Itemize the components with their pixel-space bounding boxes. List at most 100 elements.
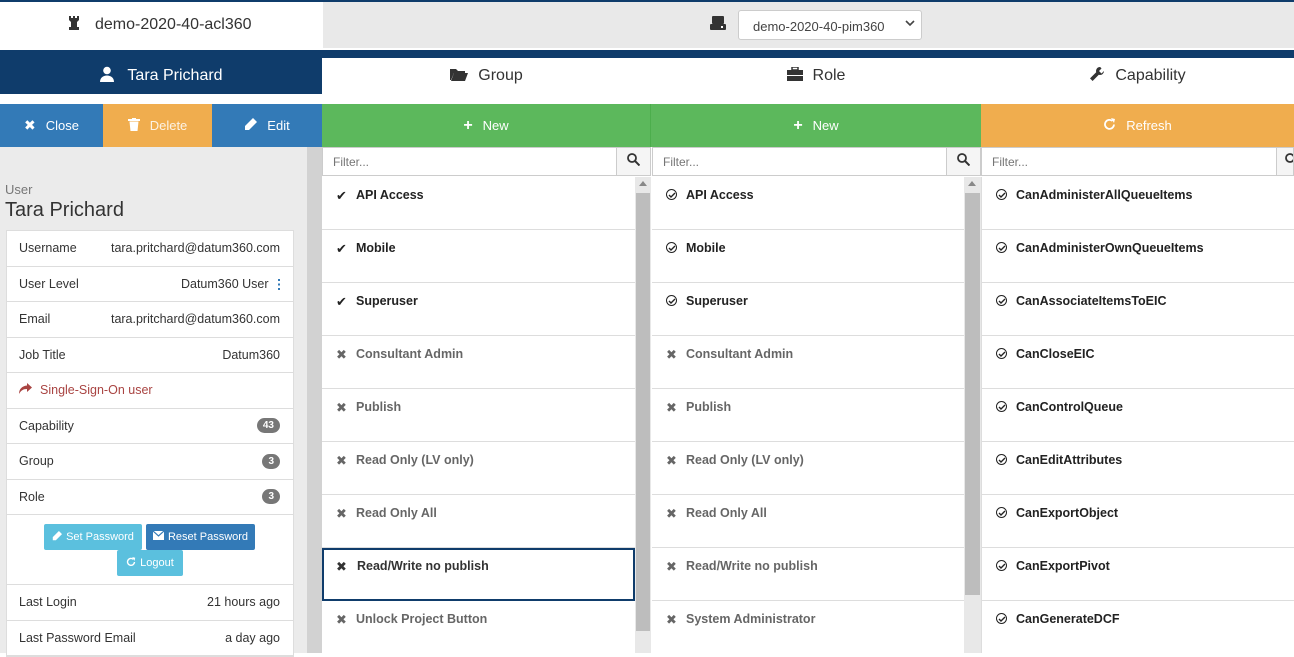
capability-filter-input[interactable] [982, 148, 1276, 175]
capability-search-button[interactable] [1276, 147, 1294, 176]
role-list-scroll-thumb[interactable] [965, 193, 980, 595]
group-list-scroll-thumb[interactable] [636, 193, 650, 631]
refresh-button[interactable]: Refresh [981, 104, 1294, 147]
app-name: demo-2020-40-acl360 [95, 16, 252, 33]
group-list-scrollbar[interactable] [635, 177, 651, 653]
edit-button[interactable]: Edit [212, 104, 322, 147]
role-item-publish[interactable]: ✖ Publish [652, 389, 964, 442]
capability-item-label: CanAdministerAllQueueItems [1016, 188, 1193, 202]
role-item-mobile[interactable]: Mobile [652, 230, 964, 283]
group-item-consultant-admin[interactable]: ✖ Consultant Admin [322, 336, 635, 389]
check-circle-icon [996, 559, 1007, 574]
group-item-superuser[interactable]: ✔ Superuser [322, 283, 635, 336]
trash-icon [127, 117, 140, 134]
user-panel-scrollbar[interactable] [307, 147, 322, 653]
capability-item[interactable]: CanControlQueue [982, 389, 1294, 442]
role-item-superuser[interactable]: Superuser [652, 283, 964, 336]
set-password-button[interactable]: Set Password [44, 524, 142, 550]
refresh-icon [126, 556, 136, 570]
tab-group-label: Group [478, 67, 523, 84]
group-item-read-only-all[interactable]: ✖ Read Only All [322, 495, 635, 548]
group-item-label: Superuser [356, 294, 418, 308]
envelope-icon [152, 530, 165, 543]
group-filter-input[interactable] [323, 148, 616, 175]
group-item-mobile[interactable]: ✔ Mobile [322, 230, 635, 283]
info-value: tara.pritchard@datum360.com [110, 312, 280, 327]
group-item-label: Read/Write no publish [357, 559, 489, 573]
close-button[interactable]: ✖ Close [0, 104, 103, 147]
vertical-ellipsis-icon[interactable] [278, 278, 280, 290]
role-item-label: Read Only (LV only) [686, 453, 804, 467]
close-icon: ✖ [24, 117, 36, 133]
group-search-button[interactable] [616, 147, 651, 176]
new-group-label: New [482, 118, 509, 133]
capability-list: CanAdministerAllQueueItems CanAdminister… [981, 177, 1294, 653]
plus-icon: + [793, 116, 803, 134]
user-caption: User [5, 182, 33, 197]
reset-password-button[interactable]: Reset Password [146, 524, 255, 550]
role-item-consultant-admin[interactable]: ✖ Consultant Admin [652, 336, 964, 389]
info-row-capability[interactable]: Capability 43 [7, 409, 293, 444]
info-row-last-login: Last Login 21 hours ago [7, 585, 293, 621]
delete-button[interactable]: Delete [103, 104, 212, 147]
capability-item[interactable]: CanExportObject [982, 495, 1294, 548]
role-item-read-only-lv[interactable]: ✖ Read Only (LV only) [652, 442, 964, 495]
role-search-button[interactable] [946, 147, 981, 176]
check-circle-icon [996, 347, 1007, 362]
info-label: Email [19, 312, 51, 327]
capability-item[interactable]: CanCloseEIC [982, 336, 1294, 389]
check-circle-icon [996, 453, 1007, 468]
role-list-scrollbar[interactable] [964, 177, 981, 653]
group-item-read-only-lv[interactable]: ✖ Read Only (LV only) [322, 442, 635, 495]
capability-item[interactable]: CanAssociateItemsToEIC [982, 283, 1294, 336]
x-icon: ✖ [336, 347, 347, 362]
user-icon [99, 66, 115, 87]
x-icon: ✖ [666, 612, 677, 627]
capability-item-label: CanAssociateItemsToEIC [1016, 294, 1167, 308]
role-item-read-only-all[interactable]: ✖ Read Only All [652, 495, 964, 548]
role-item-label: Read Only All [686, 506, 767, 520]
info-value: tara.pritchard@datum360.com [110, 241, 280, 256]
capability-item[interactable]: CanAdministerAllQueueItems [982, 177, 1294, 230]
group-item-label: Consultant Admin [356, 347, 464, 361]
plus-icon: + [463, 116, 473, 134]
info-row-group[interactable]: Group 3 [7, 444, 293, 480]
group-item-label: Read Only (LV only) [356, 453, 474, 467]
capability-item[interactable]: CanAdministerOwnQueueItems [982, 230, 1294, 283]
role-item-system-administrator[interactable]: ✖ System Administrator [652, 601, 964, 653]
tab-capability[interactable]: Capability [981, 58, 1294, 94]
refresh-icon [1103, 117, 1116, 134]
user-name: Tara Prichard [5, 199, 124, 221]
role-item-read-write-no-publish[interactable]: ✖ Read/Write no publish [652, 548, 964, 601]
count-badge: 3 [262, 489, 280, 505]
capability-item[interactable]: CanExportPivot [982, 548, 1294, 601]
tab-user-label: Tara Prichard [127, 67, 223, 84]
new-group-button[interactable]: + New [322, 104, 651, 147]
database-select[interactable]: demo-2020-40-pim360 [738, 10, 922, 40]
x-icon: ✖ [666, 506, 677, 521]
group-item-label: Read Only All [356, 506, 437, 520]
new-role-button[interactable]: + New [651, 104, 981, 147]
role-item-label: Read/Write no publish [686, 559, 818, 573]
group-item-api-access[interactable]: ✔ API Access [322, 177, 635, 230]
x-icon: ✖ [336, 559, 347, 574]
info-row-role[interactable]: Role 3 [7, 480, 293, 515]
group-item-unlock-project-button[interactable]: ✖ Unlock Project Button [322, 601, 635, 653]
capability-item[interactable]: CanEditAttributes [982, 442, 1294, 495]
info-value: Datum360 User [180, 276, 269, 291]
check-circle-icon [666, 294, 677, 309]
info-row-last-password-email: Last Password Email a day ago [7, 621, 293, 656]
info-label: Capability [19, 418, 74, 433]
tab-role[interactable]: Role [651, 58, 981, 94]
tab-group[interactable]: Group [322, 58, 651, 94]
group-item-publish[interactable]: ✖ Publish [322, 389, 635, 442]
group-item-read-write-no-publish[interactable]: ✖ Read/Write no publish [322, 548, 635, 601]
tab-user[interactable]: Tara Prichard [0, 58, 322, 94]
check-circle-icon [666, 241, 677, 256]
role-item-api-access[interactable]: API Access [652, 177, 964, 230]
capability-item[interactable]: CanGenerateDCF [982, 601, 1294, 653]
db-bar: demo-2020-40-pim360 [323, 2, 1294, 48]
user-level-value[interactable]: Datum360 User [181, 277, 280, 291]
logout-button[interactable]: Logout [117, 550, 183, 576]
role-filter-input[interactable] [653, 148, 946, 175]
